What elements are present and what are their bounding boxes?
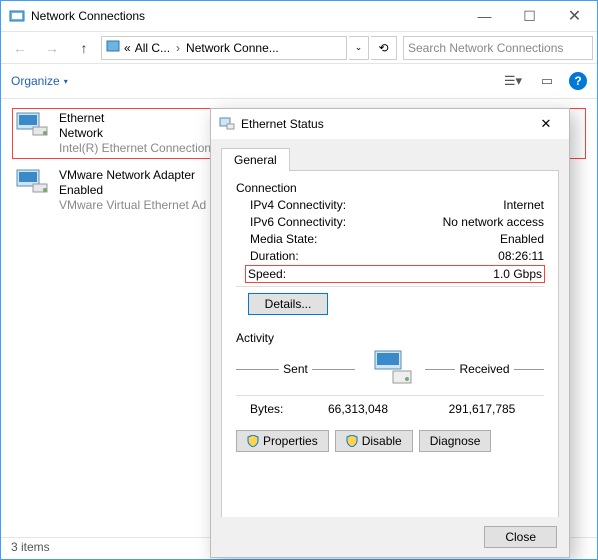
bytes-received: 291,617,785 bbox=[420, 402, 544, 416]
duration-label: Duration: bbox=[250, 249, 299, 263]
preview-pane-button[interactable]: ▭ bbox=[535, 69, 559, 93]
ethernet-icon bbox=[219, 116, 235, 132]
connection-name: VMware Network Adapter bbox=[59, 168, 206, 183]
search-input[interactable]: Search Network Connections bbox=[403, 36, 593, 60]
up-button[interactable]: ↑ bbox=[69, 35, 99, 61]
ethernet-icon bbox=[15, 168, 51, 198]
properties-button[interactable]: Properties bbox=[236, 430, 329, 452]
connection-name: Ethernet bbox=[59, 111, 211, 126]
bytes-label: Bytes: bbox=[236, 402, 296, 416]
address-dropdown[interactable]: ⌄ bbox=[349, 36, 369, 60]
sent-label: Sent bbox=[279, 362, 312, 376]
media-state-value: Enabled bbox=[500, 232, 544, 246]
window-title: Network Connections bbox=[31, 9, 462, 23]
help-icon[interactable]: ? bbox=[569, 72, 587, 90]
refresh-button[interactable]: ⟲ bbox=[371, 36, 397, 60]
duration-value: 08:26:11 bbox=[498, 249, 544, 263]
connection-desc: Intel(R) Ethernet Connection bbox=[59, 141, 211, 156]
title-controls: — ☐ ✕ bbox=[462, 1, 597, 31]
control-panel-icon bbox=[106, 39, 120, 56]
diagnose-label: Diagnose bbox=[430, 434, 481, 448]
ipv4-label: IPv4 Connectivity: bbox=[250, 198, 346, 212]
ipv6-label: IPv6 Connectivity: bbox=[250, 215, 346, 229]
diagnose-button[interactable]: Diagnose bbox=[419, 430, 492, 452]
view-options-button[interactable]: ☰▾ bbox=[501, 69, 525, 93]
dialog-titlebar: Ethernet Status ✕ bbox=[211, 109, 569, 139]
ethernet-icon bbox=[15, 111, 51, 141]
ipv6-value: No network access bbox=[443, 215, 544, 229]
control-panel-icon bbox=[9, 8, 25, 24]
connection-desc: VMware Virtual Ethernet Ad bbox=[59, 198, 206, 213]
close-dialog-button[interactable]: Close bbox=[484, 526, 557, 548]
close-button[interactable]: ✕ bbox=[552, 1, 597, 31]
breadcrumb-item[interactable]: All C... bbox=[135, 41, 170, 55]
divider bbox=[236, 395, 544, 396]
forward-button: → bbox=[37, 35, 67, 61]
media-state-label: Media State: bbox=[250, 232, 317, 246]
breadcrumb-item[interactable]: Network Conne... bbox=[186, 41, 279, 55]
titlebar: Network Connections — ☐ ✕ bbox=[1, 1, 597, 31]
tab-general[interactable]: General bbox=[221, 148, 290, 171]
item-count: 3 items bbox=[11, 540, 50, 554]
speed-label: Speed: bbox=[248, 267, 286, 281]
activity-group-label: Activity bbox=[236, 331, 544, 345]
ipv4-value: Internet bbox=[503, 198, 544, 212]
bytes-sent: 66,313,048 bbox=[296, 402, 420, 416]
speed-value: 1.0 Gbps bbox=[493, 267, 542, 281]
divider bbox=[236, 286, 544, 287]
dialog-close-button[interactable]: ✕ bbox=[531, 116, 561, 132]
toolbar: Organize ☰▾ ▭ ? bbox=[1, 63, 597, 99]
breadcrumb-root[interactable]: « bbox=[124, 41, 131, 55]
back-button[interactable]: ← bbox=[5, 35, 35, 61]
activity-icon bbox=[365, 347, 415, 391]
dialog-title: Ethernet Status bbox=[241, 117, 531, 131]
connection-state: Network bbox=[59, 126, 211, 141]
minimize-button[interactable]: — bbox=[462, 1, 507, 31]
maximize-button[interactable]: ☐ bbox=[507, 1, 552, 31]
received-label: Received bbox=[455, 362, 513, 376]
nav-bar: ← → ↑ « All C... Network Conne... ⌄ ⟲ Se… bbox=[1, 31, 597, 63]
ethernet-status-dialog: Ethernet Status ✕ General Connection IPv… bbox=[210, 108, 570, 558]
tab-page-general: Connection IPv4 Connectivity: Internet IP… bbox=[221, 170, 559, 532]
chevron-right-icon bbox=[174, 41, 182, 55]
connection-group-label: Connection bbox=[236, 181, 544, 195]
address-bar[interactable]: « All C... Network Conne... bbox=[101, 36, 347, 60]
details-button[interactable]: Details... bbox=[248, 293, 328, 315]
disable-button[interactable]: Disable bbox=[335, 430, 413, 452]
disable-label: Disable bbox=[362, 434, 402, 448]
connection-state: Enabled bbox=[59, 183, 206, 198]
properties-label: Properties bbox=[263, 434, 318, 448]
organize-button[interactable]: Organize bbox=[11, 74, 68, 88]
